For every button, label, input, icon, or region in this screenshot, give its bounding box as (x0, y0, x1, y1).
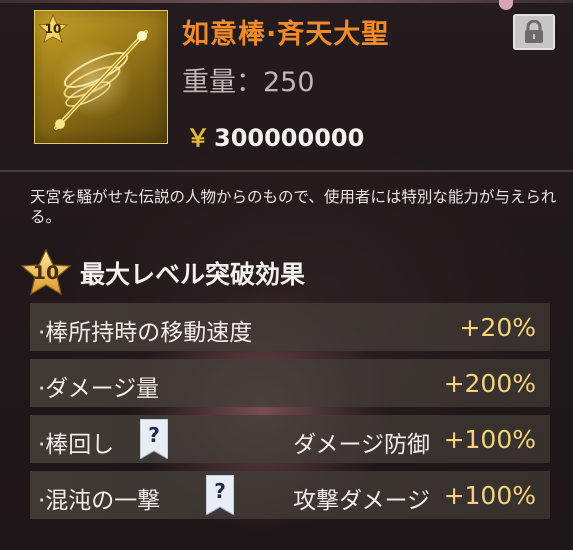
item-name: 如意棒·斉天大聖 (182, 19, 390, 50)
lock-icon (525, 20, 543, 43)
effect-value: +100% (443, 425, 536, 454)
help-button[interactable]: ? (139, 418, 169, 460)
effect-label: ·棒所持時の移動速度 (38, 320, 253, 346)
effect-label: ·ダメージ量 (38, 376, 160, 402)
effect-sub-label: 攻撃ダメージ (293, 488, 430, 514)
effect-row: ·ダメージ量 +200% (30, 359, 550, 407)
section-level-number: 10 (32, 262, 60, 284)
effect-row: ·混沌の一撃 ? 攻撃ダメージ +100% (30, 471, 550, 519)
effect-value: +100% (443, 481, 536, 510)
lock-button[interactable] (513, 14, 555, 50)
decorative-marker (499, 0, 513, 10)
item-detail-panel: 10 如意棒·斉天大聖 重量：250 ￥ 300000000 天宮を騒がせた伝説の… (0, 0, 573, 550)
item-description: 天宮を騒がせた伝説の人物からのもので、使用者には特別な能力が与えられる。 (30, 188, 557, 226)
item-thumbnail: 10 (34, 10, 168, 144)
effect-row: ·棒所持時の移動速度 +20% (30, 303, 550, 351)
effect-sub-label: ダメージ防御 (293, 432, 430, 458)
help-mark: ? (148, 423, 160, 447)
level-badge: 10 (38, 14, 68, 44)
currency-symbol: ￥ (186, 124, 210, 152)
effect-row: ·棒回し ? ダメージ防御 +100% (30, 415, 550, 463)
effect-value: +200% (443, 369, 536, 398)
help-button[interactable]: ? (205, 474, 235, 516)
effect-value: +20% (459, 313, 536, 342)
level-badge-number: 10 (44, 22, 62, 36)
help-mark: ? (214, 479, 226, 503)
item-weight: 重量：250 (182, 67, 315, 98)
price-value: 300000000 (214, 124, 365, 152)
item-price: ￥ 300000000 (186, 118, 364, 153)
section-level-badge: 10 (20, 248, 72, 296)
section-title: 最大レベル突破効果 (80, 260, 306, 289)
effect-label: ·棒回し (38, 432, 115, 458)
top-border (0, 0, 573, 3)
section-divider (0, 170, 573, 172)
effect-label: ·混沌の一撃 (38, 488, 161, 514)
